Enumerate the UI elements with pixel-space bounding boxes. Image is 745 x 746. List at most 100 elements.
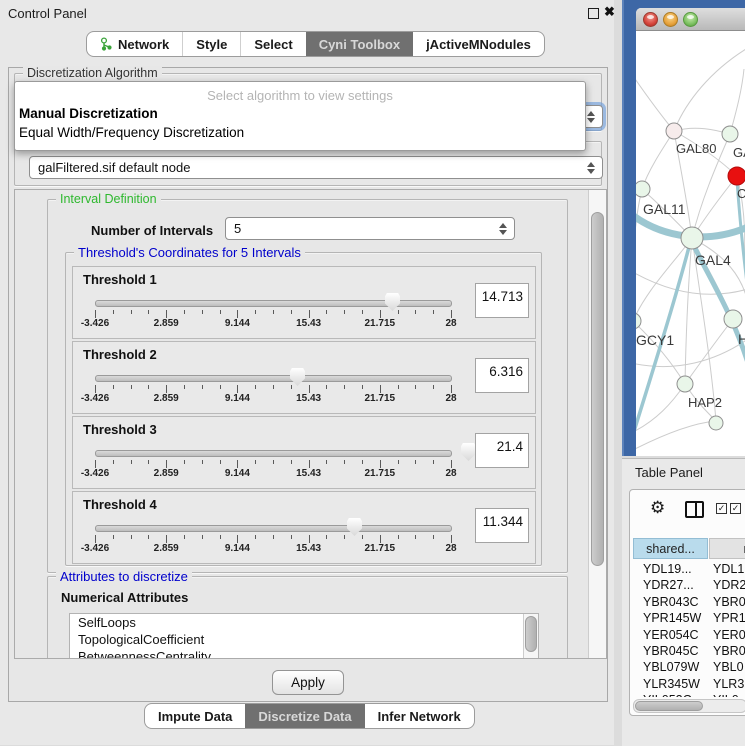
column-header-shared[interactable]: shared... xyxy=(633,538,708,559)
tab-network[interactable]: Network xyxy=(87,32,182,56)
table-data-combobox[interactable]: galFiltered.sif default node xyxy=(29,156,603,179)
group-title: Interval Definition xyxy=(56,192,161,206)
slider-thumb[interactable] xyxy=(290,368,305,386)
tab-label: Network xyxy=(118,37,169,52)
table-row[interactable]: YBL079WYBL0 xyxy=(633,660,745,676)
group-title: Threshold's Coordinates for 5 Intervals xyxy=(74,245,305,260)
node-label-gal4: GAL4 xyxy=(695,252,731,268)
node-label-hap2: HAP2 xyxy=(688,395,722,410)
tab-infer-network[interactable]: Infer Network xyxy=(365,704,474,728)
slider-track[interactable] xyxy=(95,525,452,532)
panel-title: Control Panel xyxy=(8,6,87,21)
threshold-value-field[interactable]: 6.316 xyxy=(475,358,529,393)
slider-thumb[interactable] xyxy=(347,518,362,536)
dropdown-option-equal-width[interactable]: Equal Width/Frequency Discretization xyxy=(15,122,585,141)
bottom-tabbar: Impute Data Discretize Data Infer Networ… xyxy=(144,703,475,729)
list-scrollbar[interactable] xyxy=(523,614,538,659)
node-gal4[interactable] xyxy=(681,227,703,249)
list-item[interactable]: TopologicalCoefficient xyxy=(70,631,538,648)
interval-definition-group: Interval Definition Number of Intervals … xyxy=(47,199,568,573)
table-row[interactable]: YDR27...YDR2 xyxy=(633,578,745,594)
gear-icon[interactable]: ⚙ xyxy=(650,498,665,518)
table-row[interactable]: YBR043CYBR0 xyxy=(633,595,745,611)
numerical-attributes-list[interactable]: SelfLoops TopologicalCoefficient Between… xyxy=(69,613,539,659)
column-header-name[interactable]: n xyxy=(709,538,745,559)
table-row[interactable]: YER054CYER0 xyxy=(633,628,745,644)
close-traffic-light[interactable] xyxy=(643,12,658,27)
float-window-icon[interactable] xyxy=(588,8,599,19)
scrollbar-thumb[interactable] xyxy=(525,616,537,652)
number-of-intervals-label: Number of Intervals xyxy=(91,223,213,238)
thresholds-group: Threshold's Coordinates for 5 Intervals … xyxy=(65,252,542,566)
node-gcy1[interactable] xyxy=(636,313,641,329)
table-row[interactable]: YLR345WYLR3 xyxy=(633,677,745,693)
table-row[interactable]: YBR045CYBR0 xyxy=(633,644,745,660)
network-inner-window: GAL80 GA C GAL11 GAL4 GCY1 H HAP2 xyxy=(636,8,745,456)
list-item[interactable]: SelfLoops xyxy=(70,614,538,631)
vertical-scrollbar[interactable] xyxy=(588,190,606,658)
node-hap2[interactable] xyxy=(677,376,693,392)
window-titlebar[interactable] xyxy=(636,8,745,31)
tab-select[interactable]: Select xyxy=(240,32,305,56)
node-label-gcy1: GCY1 xyxy=(636,332,674,348)
slider-ticks xyxy=(95,535,451,543)
threshold-value-field[interactable]: 21.4 xyxy=(475,433,529,468)
close-icon[interactable]: ✖ xyxy=(604,4,615,20)
dropdown-option-manual[interactable]: Manual Discretization xyxy=(15,103,585,122)
network-graph: GAL80 GA C GAL11 GAL4 GCY1 H HAP2 xyxy=(636,31,745,456)
threshold-panel-4: Threshold 4 -3.426 2.859 9.144 15.43 21.… xyxy=(72,491,536,564)
settings-scrollpane: Interval Definition Number of Intervals … xyxy=(14,189,607,659)
combo-arrows-icon xyxy=(585,106,597,127)
node-h[interactable] xyxy=(724,310,742,328)
node-partial-top[interactable] xyxy=(722,126,738,142)
node-small-bottom[interactable] xyxy=(709,416,723,430)
slider-track[interactable] xyxy=(95,450,452,457)
slider-thumb[interactable] xyxy=(461,443,476,461)
number-of-intervals-combobox[interactable]: 5 xyxy=(225,217,515,240)
combo-arrows-icon xyxy=(497,218,509,239)
threshold-panel-2: Threshold 2 -3.426 2.859 9.144 15.43 21.… xyxy=(72,341,536,414)
scrollbar-thumb[interactable] xyxy=(591,212,604,566)
tab-cyni-toolbox[interactable]: Cyni Toolbox xyxy=(306,32,413,56)
slider-ticks xyxy=(95,385,451,393)
zoom-traffic-light[interactable] xyxy=(683,12,698,27)
threshold-value-field[interactable]: 11.344 xyxy=(475,508,529,543)
threshold-panel-1: Threshold 1 -3.426 2.859 9.144 15.43 21.… xyxy=(72,266,536,339)
combo-arrows-icon xyxy=(585,157,597,178)
tab-jactivemnodules[interactable]: jActiveMNodules xyxy=(413,32,544,56)
group-title: Discretization Algorithm xyxy=(23,66,162,80)
list-item[interactable]: BetweennessCentrality xyxy=(70,648,538,659)
minimize-traffic-light[interactable] xyxy=(663,12,678,27)
node-gal80[interactable] xyxy=(666,123,682,139)
group-title: Attributes to discretize xyxy=(56,569,192,584)
node-label-gal11: GAL11 xyxy=(643,201,686,217)
network-canvas[interactable]: GAL80 GA C GAL11 GAL4 GCY1 H HAP2 xyxy=(636,31,745,456)
checkbox-icon[interactable]: ✓ xyxy=(730,503,741,514)
table-panel-box: ⚙ ✓ ✓ shared... n YDL19...YDL1 YDR27...Y… xyxy=(629,489,745,716)
node-red[interactable] xyxy=(728,167,745,185)
numerical-attributes-label: Numerical Attributes xyxy=(61,590,188,605)
slider-ticks xyxy=(95,460,451,468)
checkbox-icon[interactable]: ✓ xyxy=(716,503,727,514)
scrollbar-thumb[interactable] xyxy=(635,701,703,711)
horizontal-scrollbar[interactable] xyxy=(633,699,745,713)
node-label-partial: C xyxy=(737,186,745,201)
apply-button[interactable]: Apply xyxy=(272,670,344,695)
node-label-partial: H xyxy=(738,331,745,347)
tab-discretize-data[interactable]: Discretize Data xyxy=(245,704,364,728)
node-gal11[interactable] xyxy=(636,181,650,197)
tab-style[interactable]: Style xyxy=(182,32,240,56)
cyni-content-frame: Discretization Algorithm Select algorith… xyxy=(8,67,608,702)
table-row[interactable]: YPR145WYPR1 xyxy=(633,611,745,627)
attributes-group: Attributes to discretize Numerical Attri… xyxy=(47,576,568,659)
threshold-value-field[interactable]: 14.713 xyxy=(475,283,529,318)
tab-impute-data[interactable]: Impute Data xyxy=(145,704,245,728)
slider-track[interactable] xyxy=(95,375,452,382)
dropdown-hint: Select algorithm to view settings xyxy=(15,82,585,103)
split-panel-icon[interactable] xyxy=(685,501,704,518)
table-row[interactable]: YDL19...YDL1 xyxy=(633,562,745,578)
table-row[interactable]: YIL052CYIL0 xyxy=(633,693,745,697)
algorithm-dropdown-popup: Select algorithm to view settings Manual… xyxy=(14,81,586,151)
screenshot-root: { "control_panel": { "title": "Control P… xyxy=(0,0,745,745)
slider-thumb[interactable] xyxy=(385,293,400,311)
